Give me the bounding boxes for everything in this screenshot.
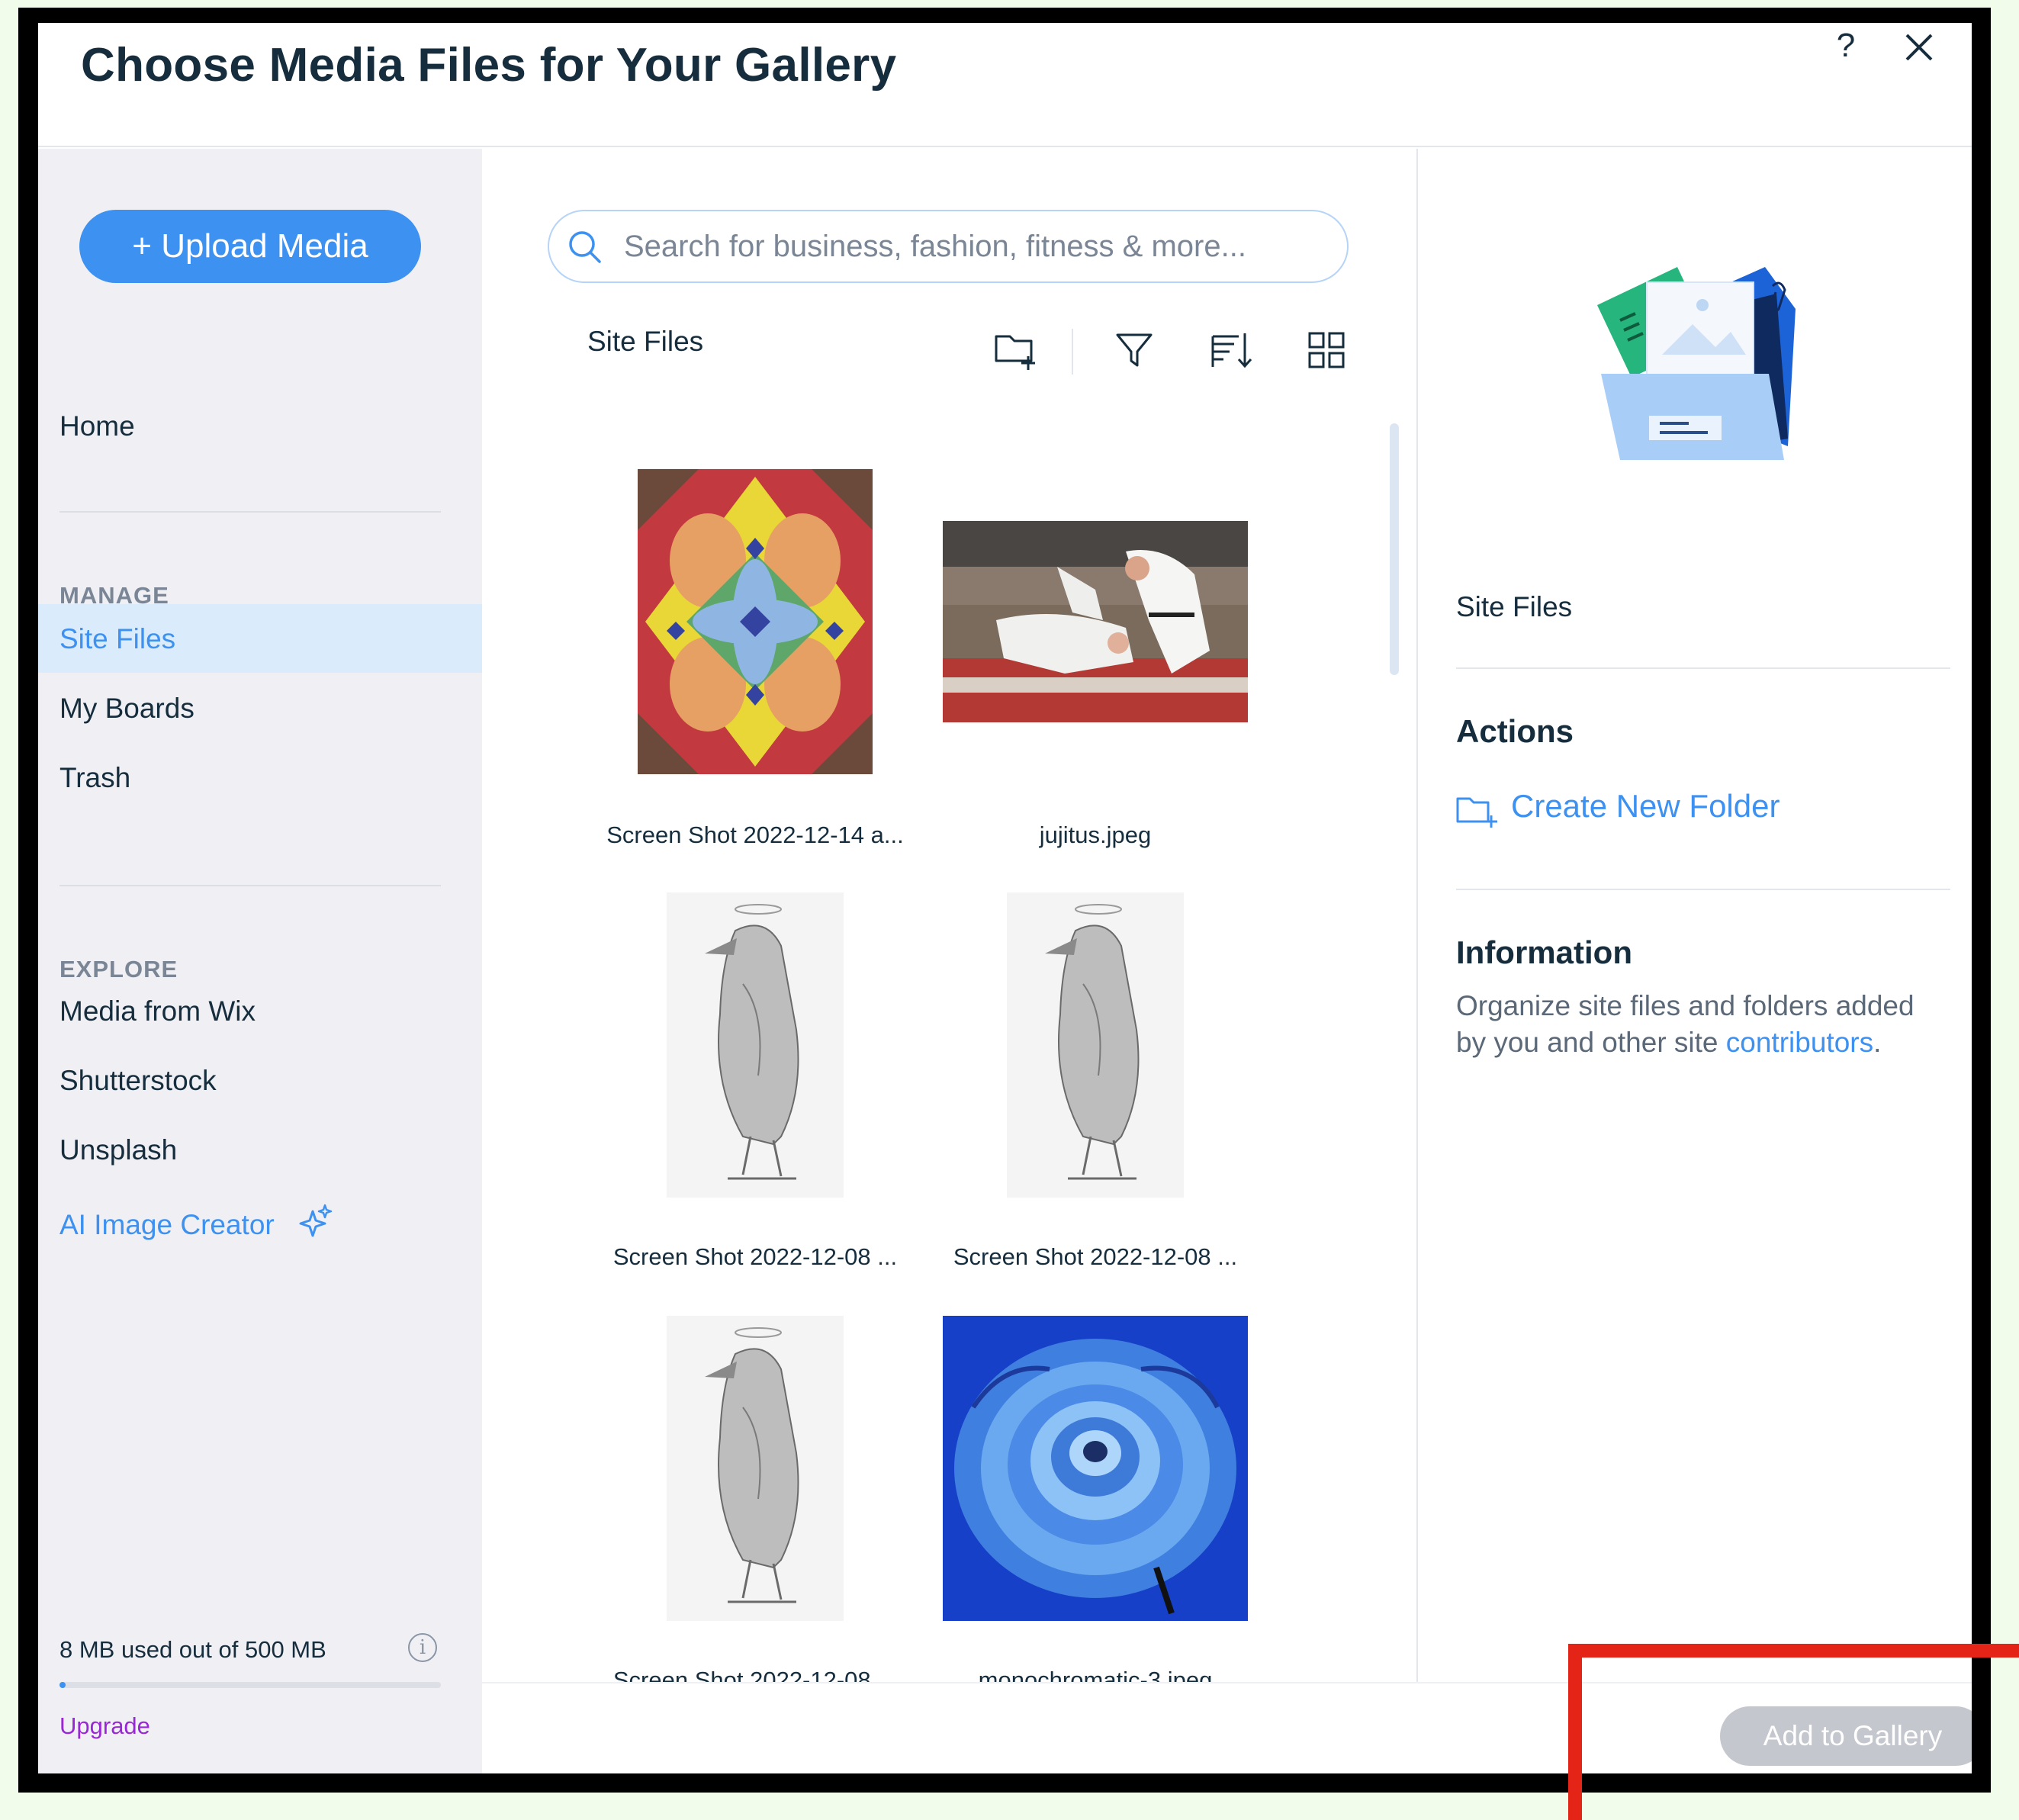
- panel-divider: [1456, 667, 1950, 669]
- upgrade-link[interactable]: Upgrade: [59, 1712, 150, 1740]
- grid-view-icon[interactable]: [1302, 326, 1351, 375]
- file-thumbnail[interactable]: [943, 1316, 1248, 1621]
- sparkle-icon: [299, 1204, 333, 1237]
- folder-illustration: [1597, 267, 1796, 460]
- file-caption: Screen Shot 2022-12-14 a...: [606, 822, 904, 848]
- create-new-folder-label: Create New Folder: [1511, 788, 1780, 824]
- new-folder-icon[interactable]: [992, 326, 1040, 375]
- information-text: Organize site files and folders added by…: [1456, 988, 1944, 1061]
- explore-heading: EXPLORE: [59, 956, 178, 982]
- details-panel: Site Files Actions Create New Folder Inf…: [1416, 149, 1972, 1682]
- crow-sketch-image: [667, 1316, 844, 1621]
- sidebar-item-ai-image-creator[interactable]: AI Image Creator: [59, 1204, 333, 1241]
- file-thumbnail[interactable]: [638, 469, 873, 774]
- sidebar-item-my-boards[interactable]: My Boards: [59, 693, 195, 725]
- stained-glass-image: [638, 469, 873, 774]
- file-thumbnail[interactable]: [1007, 892, 1184, 1198]
- sidebar-divider: [59, 885, 441, 886]
- information-heading: Information: [1456, 934, 1632, 970]
- information-text-end: .: [1873, 1027, 1882, 1058]
- current-folder-label: Site Files: [587, 326, 704, 357]
- file-thumbnail[interactable]: [667, 892, 844, 1198]
- crow-sketch-image: [667, 892, 844, 1198]
- help-button[interactable]: ?: [1823, 23, 1869, 69]
- sidebar-item-shutterstock[interactable]: Shutterstock: [59, 1065, 217, 1097]
- blue-rose-image: [943, 1316, 1248, 1621]
- storage-usage-text: 8 MB used out of 500 MB: [59, 1636, 326, 1663]
- storage-progress-bar: [59, 1682, 441, 1688]
- ai-image-creator-label: AI Image Creator: [59, 1209, 275, 1240]
- dialog-header: Choose Media Files for Your Gallery ?: [38, 23, 1972, 147]
- close-button[interactable]: [1892, 23, 1945, 76]
- file-caption: jujitus.jpeg: [1039, 822, 1152, 848]
- storage-progress-fill: [59, 1682, 66, 1688]
- filter-icon[interactable]: [1110, 326, 1159, 375]
- media-dialog: Choose Media Files for Your Gallery ? + …: [38, 23, 1972, 1773]
- sort-icon[interactable]: [1207, 326, 1255, 375]
- file-caption: Screen Shot 2022-12-08 ...: [612, 1243, 898, 1270]
- sidebar-item-trash[interactable]: Trash: [59, 762, 130, 794]
- panel-divider: [1456, 889, 1950, 890]
- sidebar: + Upload Media Home MANAGE Site Files My…: [38, 149, 482, 1773]
- close-icon: [1905, 34, 1933, 61]
- new-folder-icon: [1456, 797, 1497, 828]
- sidebar-item-site-files[interactable]: Site Files: [59, 623, 175, 655]
- dialog-title: Choose Media Files for Your Gallery: [81, 39, 897, 92]
- file-caption: Screen Shot 2022-12-08 ...: [953, 1243, 1238, 1270]
- actions-heading: Actions: [1456, 713, 1574, 749]
- contributors-link[interactable]: contributors: [1726, 1027, 1873, 1058]
- crow-sketch-image: [1007, 892, 1184, 1198]
- file-thumbnail[interactable]: [667, 1316, 844, 1621]
- sidebar-divider: [59, 511, 441, 513]
- search-bar[interactable]: [548, 210, 1349, 283]
- search-icon: [569, 231, 601, 263]
- sidebar-item-home[interactable]: Home: [59, 410, 135, 442]
- info-icon[interactable]: i: [408, 1633, 437, 1662]
- selected-folder-name: Site Files: [1456, 591, 1573, 622]
- martial-arts-photo: [943, 521, 1248, 722]
- search-input[interactable]: [624, 211, 1326, 281]
- media-browser: Site Files: [482, 149, 1416, 1693]
- upload-media-button[interactable]: + Upload Media: [79, 210, 421, 283]
- toolbar-divider: [1072, 329, 1073, 375]
- sidebar-item-unsplash[interactable]: Unsplash: [59, 1134, 177, 1166]
- file-thumbnail[interactable]: [943, 521, 1248, 722]
- highlight-box: [1568, 1644, 2019, 1820]
- scrollbar[interactable]: [1390, 423, 1399, 675]
- sidebar-item-media-from-wix[interactable]: Media from Wix: [59, 995, 256, 1027]
